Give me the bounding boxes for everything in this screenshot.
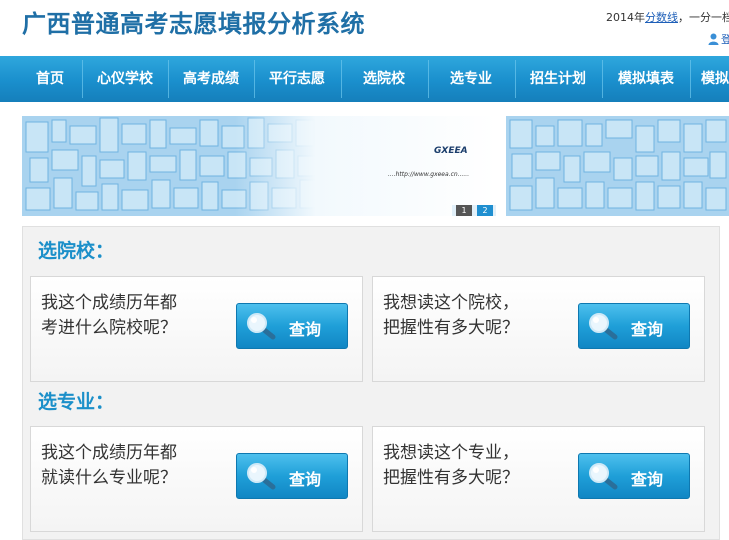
top-links: 2014年分数线，一分一档 [606,9,729,25]
nav-item-favorite-schools[interactable]: 心仪学校 [84,56,166,102]
card-question-line: 我想读这个专业， [383,443,519,463]
site-title: 广西普通高考志愿填报分析系统 [22,10,365,38]
card-question-line: 就读什么专业呢？ [41,468,177,488]
top-links-text: ，一分一档 [678,11,729,24]
nav-divider [515,60,516,98]
school-card-probability: 我想读这个院校， 把握性有多大呢？ 查询 [372,276,705,382]
year-prefix: 2014年 [606,11,645,24]
nav-item-select-school[interactable]: 选院校 [343,56,425,102]
banner-graphic [506,116,729,216]
nav-item-enrollment-plan[interactable]: 招生计划 [517,56,599,102]
nav-divider [428,60,429,98]
banner-logo: GXEEA [434,146,468,156]
nav-item-exam-scores[interactable]: 高考成绩 [170,56,252,102]
banner-page-1[interactable]: 1 [456,205,472,216]
major-card-history: 我这个成绩历年都 就读什么专业呢？ 查询 [30,426,363,532]
section-title-school: 选院校： [38,240,115,262]
nav-divider [341,60,342,98]
nav-item-mock-form[interactable]: 模拟填表 [604,56,688,102]
card-question: 我想读这个专业， 把握性有多大呢？ [383,441,519,491]
card-question-line: 把握性有多大呢？ [383,468,519,488]
query-button-label: 查询 [289,470,322,489]
card-question-line: 我这个成绩历年都 [41,293,177,313]
nav-divider [254,60,255,98]
card-question-line: 我想读这个院校， [383,293,519,313]
nav-divider [602,60,603,98]
magnifier-icon [247,463,276,490]
card-question-line: 考进什么院校呢？ [41,318,177,338]
banner-slide-next[interactable] [506,116,729,216]
query-button-label: 查询 [631,320,664,339]
school-card-history: 我这个成绩历年都 考进什么院校呢？ 查询 [30,276,363,382]
nav-item-select-major[interactable]: 选专业 [430,56,512,102]
major-history-query-button[interactable]: 查询 [236,453,348,499]
section-title-major: 选专业： [38,391,115,413]
nav-divider [82,60,83,98]
school-probability-query-button[interactable]: 查询 [578,303,690,349]
card-question: 我这个成绩历年都 考进什么院校呢？ [41,291,177,341]
banner-slide[interactable] [22,116,496,216]
magnifier-icon [247,313,276,340]
nav-item-parallel-choice[interactable]: 平行志愿 [256,56,338,102]
nav-item-mock[interactable]: 模拟 [693,56,729,102]
magnifier-icon [589,463,618,490]
nav-divider [168,60,169,98]
card-question: 我这个成绩历年都 就读什么专业呢？ [41,441,177,491]
banner-graphic [22,116,496,216]
card-question-line: 把握性有多大呢？ [383,318,519,338]
query-button-label: 查询 [289,320,322,339]
user-icon [708,33,719,45]
card-question-line: 我这个成绩历年都 [41,443,177,463]
school-history-query-button[interactable]: 查询 [236,303,348,349]
nav-item-home[interactable]: 首页 [20,56,80,102]
user-login-link[interactable]: 登录 [708,31,729,47]
main-nav: 首页 心仪学校 高考成绩 平行志愿 选院校 选专业 招生计划 模拟填表 模拟 [0,56,729,102]
major-probability-query-button[interactable]: 查询 [578,453,690,499]
major-card-probability: 我想读这个专业， 把握性有多大呢？ 查询 [372,426,705,532]
user-link-label: 登录 [721,33,729,46]
card-question: 我想读这个院校， 把握性有多大呢？ [383,291,519,341]
banner-url: ....http://www.gxeea.cn...... [388,171,470,178]
banner-page-2[interactable]: 2 [477,205,493,216]
query-button-label: 查询 [631,470,664,489]
score-line-link[interactable]: 分数线 [645,11,678,24]
magnifier-icon [589,313,618,340]
nav-divider [690,60,691,98]
